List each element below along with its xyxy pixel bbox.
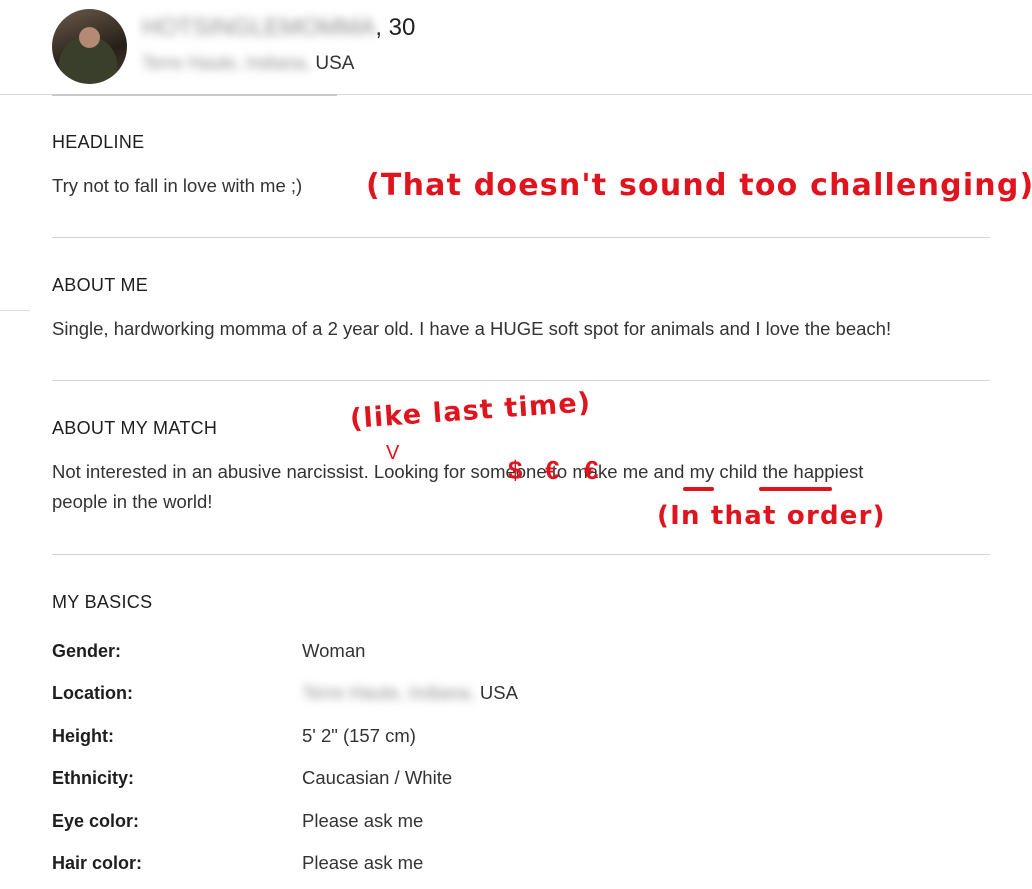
basic-value-hair-color: Please ask me [302,852,424,873]
profile-name-age: HOTSINGLEMOMMA, 30 [142,14,415,42]
profile-username: HOTSINGLEMOMMA [142,14,376,41]
profile-avatar[interactable] [52,9,127,84]
section-divider [52,237,990,238]
basic-label-height: Height: [52,726,114,746]
match-text-start: Not interested in an abusive narcissist.… [52,461,623,482]
about-me-heading: ABOUT ME [52,275,149,295]
profile-location: Terre Haute, Indiana, USA [142,53,354,75]
match-text-end: the happiest [757,461,864,482]
about-my-match-line1: Not interested in an abusive narcissist.… [52,457,863,487]
annotation-in-that-order: (In that order) [657,501,886,531]
basic-label-ethnicity: Ethnicity: [52,768,135,788]
basic-value-location: Terre Haute, Indiana, USA [302,682,518,704]
side-divider [0,310,30,311]
match-text-and: and [648,461,690,482]
about-my-match-heading: ABOUT MY MATCH [52,418,218,438]
match-text-child: my child [689,461,758,482]
headline-text: Try not to fall in love with me ;) [52,175,303,196]
my-basics-heading: MY BASICS [52,592,153,612]
basic-label-hair-color: Hair color: [52,853,143,873]
basic-value-eye-color: Please ask me [302,810,424,831]
about-my-match-line2: people in the world! [52,491,213,512]
basic-value-height: 5' 2" (157 cm) [302,725,416,746]
basic-label-gender: Gender: [52,641,122,661]
annotation-euro-1: € [545,455,560,485]
basic-label-eye-color: Eye color: [52,811,140,831]
profile-country: USA [315,53,355,74]
annotation-headline-comment: (That doesn't sound too challenging) [366,168,1032,203]
annotation-underline-me [683,487,714,491]
basic-label-location: Location: [52,683,133,703]
profile-age: , 30 [375,14,416,41]
basic-value-gender: Woman [302,640,366,661]
annotation-euro-2: € [584,455,599,485]
annotation-underline-child [759,487,832,491]
section-divider [52,380,990,381]
about-me-text: Single, hardworking momma of a 2 year ol… [52,318,892,339]
tab-underline [52,94,337,96]
profile-city: Terre Haute, Indiana, [142,53,311,73]
basic-value-location-country: USA [479,682,518,703]
annotation-like-last-time: (like last time) [348,387,593,435]
match-text-me: me [622,461,649,482]
headline-heading: HEADLINE [52,132,145,152]
annotation-dollar: $ [508,455,523,485]
section-divider [52,554,990,555]
basic-value-location-city: Terre Haute, Indiana, [302,682,475,703]
basic-value-ethnicity: Caucasian / White [302,767,453,788]
